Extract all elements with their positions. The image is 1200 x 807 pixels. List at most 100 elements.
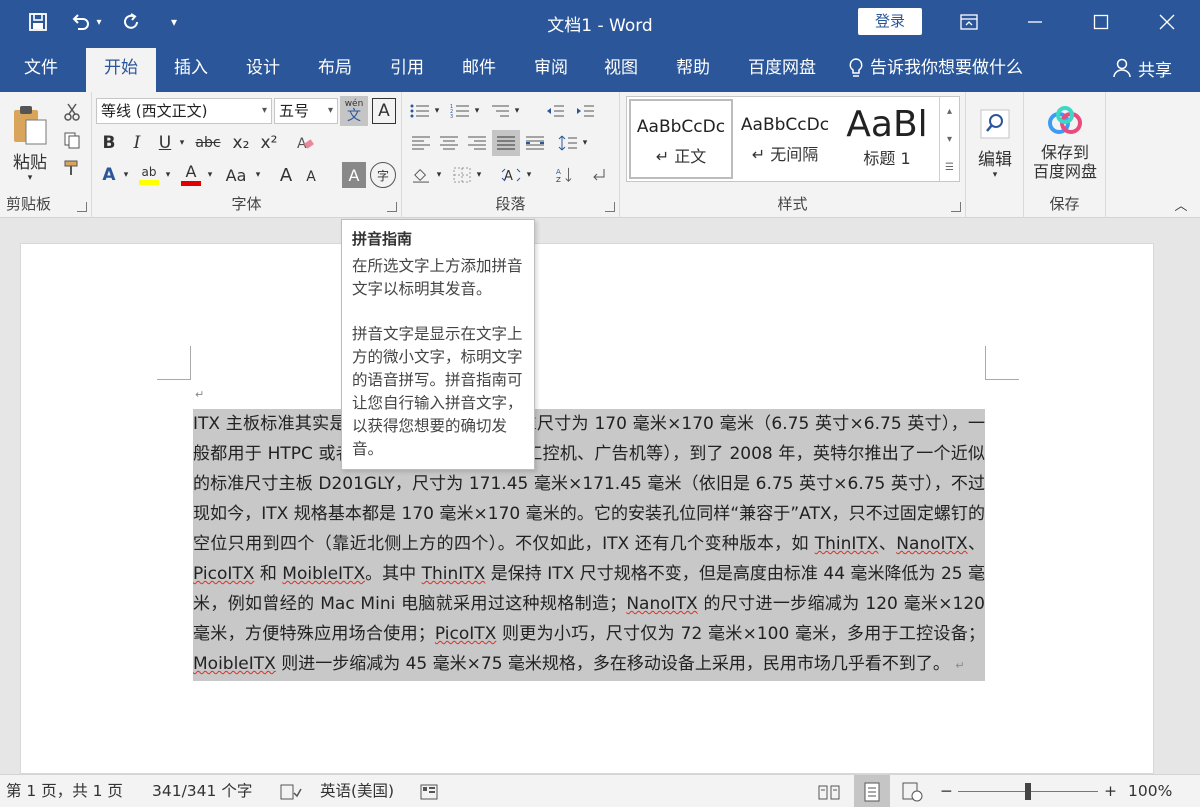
format-painter-icon[interactable] (60, 156, 84, 180)
align-left-icon[interactable] (408, 130, 434, 156)
save-icon[interactable] (24, 8, 52, 36)
gallery-more-icon[interactable]: ☰ (939, 153, 959, 181)
chinese-layout-icon[interactable]: A (498, 162, 524, 188)
tab-references[interactable]: 引用 (374, 44, 440, 92)
redo-icon[interactable] (118, 8, 146, 36)
cut-icon[interactable] (60, 100, 84, 124)
read-mode-icon[interactable] (818, 775, 840, 807)
italic-button[interactable]: I (126, 130, 148, 156)
copy-icon[interactable] (60, 128, 84, 152)
superscript-button[interactable]: x² (256, 130, 282, 156)
tab-baidu-netdisk[interactable]: 百度网盘 (736, 44, 828, 92)
print-layout-icon[interactable] (854, 775, 890, 807)
tell-me-search[interactable]: 告诉我你想要做什么 (848, 44, 1023, 92)
gallery-scroll-down-icon[interactable]: ▾ (939, 125, 959, 153)
text-effects-button[interactable]: A (98, 162, 120, 188)
customize-qat-icon[interactable]: ▾ (160, 8, 188, 36)
maximize-icon[interactable] (1076, 0, 1126, 44)
sort-icon[interactable]: AZ (552, 162, 576, 188)
multilevel-dropdown-icon[interactable]: ▾ (512, 100, 522, 122)
web-layout-icon[interactable] (902, 775, 924, 807)
language-indicator[interactable]: 英语(美国) (320, 775, 394, 807)
align-center-icon[interactable] (436, 130, 462, 156)
clear-formatting-icon[interactable]: A (292, 130, 318, 156)
paragraph-launcher-icon[interactable] (605, 202, 615, 212)
font-launcher-icon[interactable] (387, 202, 397, 212)
enclose-characters-button[interactable]: 字 (370, 162, 396, 188)
zoom-slider[interactable] (958, 775, 1098, 807)
align-right-icon[interactable] (464, 130, 490, 156)
tab-mailings[interactable]: 邮件 (446, 44, 512, 92)
underline-button[interactable]: U (154, 130, 176, 156)
bullets-dropdown-icon[interactable]: ▾ (432, 100, 442, 122)
editing-button[interactable]: 编辑 ▾ (972, 96, 1018, 192)
undo-dropdown-icon[interactable]: ▾ (92, 8, 106, 36)
zoom-out-button[interactable]: − (940, 775, 953, 807)
styles-launcher-icon[interactable] (951, 202, 961, 212)
highlight-color-button[interactable]: ab (136, 162, 162, 188)
numbering-dropdown-icon[interactable]: ▾ (472, 100, 482, 122)
highlight-dropdown-icon[interactable]: ▾ (162, 162, 174, 188)
clipboard-launcher-icon[interactable] (77, 202, 87, 212)
paste-button[interactable]: 粘贴 ▾ (8, 98, 52, 188)
close-icon[interactable] (1142, 0, 1192, 44)
minimize-icon[interactable] (1010, 0, 1060, 44)
undo-icon[interactable] (66, 8, 94, 36)
chinese-layout-dropdown-icon[interactable]: ▾ (524, 162, 534, 188)
document-page[interactable]: ↵ ITX 主板标准其实是由威盛定义的，它的标准尺寸为 170 毫米×170 毫… (20, 243, 1154, 774)
tab-help[interactable]: 帮助 (660, 44, 726, 92)
strikethrough-button[interactable]: abc (190, 130, 226, 156)
tab-review[interactable]: 审阅 (518, 44, 584, 92)
bold-button[interactable]: B (98, 130, 120, 156)
show-formatting-marks-icon[interactable] (586, 162, 610, 188)
font-color-button[interactable]: A (178, 162, 204, 188)
subscript-button[interactable]: x₂ (228, 130, 254, 156)
bullets-icon[interactable] (408, 100, 432, 122)
font-name-select[interactable]: 等线 (西文正文) ▾ (96, 98, 272, 124)
ribbon-display-icon[interactable] (944, 0, 994, 44)
multilevel-list-icon[interactable] (488, 100, 512, 122)
tab-design[interactable]: 设计 (230, 44, 296, 92)
borders-dropdown-icon[interactable]: ▾ (474, 162, 484, 188)
share-button[interactable]: 共享 (1112, 44, 1172, 92)
shading-dropdown-icon[interactable]: ▾ (434, 162, 444, 188)
borders-icon[interactable] (450, 162, 474, 188)
line-spacing-icon[interactable] (556, 130, 580, 156)
tab-view[interactable]: 视图 (588, 44, 654, 92)
collapse-ribbon-icon[interactable]: ︿ (1170, 194, 1192, 214)
page-count[interactable]: 第 1 页，共 1 页 (6, 775, 123, 807)
proofing-icon[interactable] (280, 775, 302, 807)
macro-record-icon[interactable] (420, 775, 442, 807)
style-heading-1[interactable]: AaBl 标题 1 (837, 99, 937, 179)
zoom-slider-thumb[interactable] (1025, 783, 1031, 800)
underline-dropdown-icon[interactable]: ▾ (176, 130, 188, 156)
line-spacing-dropdown-icon[interactable]: ▾ (580, 130, 590, 156)
tab-file[interactable]: 文件 (8, 44, 74, 92)
shrink-font-button[interactable]: A (300, 164, 322, 190)
zoom-in-button[interactable]: + (1104, 775, 1117, 807)
document-body-paragraph[interactable]: ITX 主板标准其实是由威盛定义的，它的标准尺寸为 170 毫米×170 毫米（… (193, 409, 985, 681)
save-to-baidu-button[interactable]: 保存到 百度网盘 (1028, 98, 1102, 188)
decrease-indent-icon[interactable] (542, 100, 568, 122)
character-border-button[interactable]: A (372, 98, 396, 124)
justify-icon[interactable] (492, 130, 520, 156)
phonetic-guide-button[interactable]: wén 文 (340, 96, 368, 126)
font-color-dropdown-icon[interactable]: ▾ (204, 162, 216, 188)
distributed-icon[interactable] (522, 130, 548, 156)
login-button[interactable]: 登录 (858, 8, 922, 35)
text-effects-dropdown-icon[interactable]: ▾ (120, 162, 132, 188)
numbering-icon[interactable]: 123 (448, 100, 472, 122)
character-shading-button[interactable]: A (342, 162, 366, 188)
change-case-button[interactable]: Aa (220, 162, 252, 188)
tab-insert[interactable]: 插入 (158, 44, 224, 92)
change-case-dropdown-icon[interactable]: ▾ (252, 162, 264, 188)
word-count[interactable]: 341/341 个字 (152, 775, 252, 807)
increase-indent-icon[interactable] (572, 100, 598, 122)
style-normal[interactable]: AaBbCcDc ↵ 正文 (629, 99, 733, 179)
font-size-select[interactable]: 五号 ▾ (274, 98, 338, 124)
gallery-scroll-up-icon[interactable]: ▴ (939, 97, 959, 125)
tab-home[interactable]: 开始 (86, 48, 156, 92)
shading-icon[interactable] (408, 162, 434, 188)
style-no-spacing[interactable]: AaBbCcDc ↵ 无间隔 (733, 99, 837, 179)
tab-layout[interactable]: 布局 (302, 44, 368, 92)
